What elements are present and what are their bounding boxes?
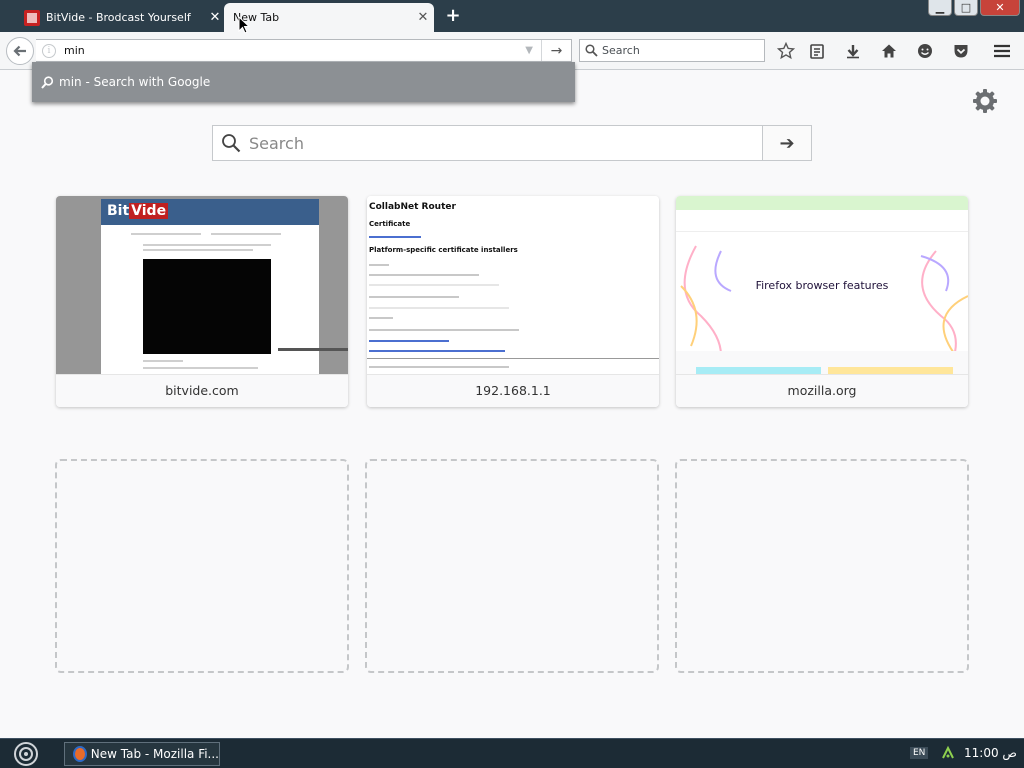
home-icon[interactable] <box>879 41 899 61</box>
newtab-search-input[interactable] <box>249 133 759 153</box>
tile-label: mozilla.org <box>676 374 968 407</box>
tab-title: New Tab <box>233 11 280 24</box>
thumb-heading: Firefox browser features <box>755 279 889 292</box>
mouse-pointer-icon <box>238 16 251 34</box>
bitvide-favicon-icon <box>24 9 40 26</box>
top-site-tile[interactable]: Firefox browser features mozilla.org <box>676 196 968 407</box>
top-site-tile[interactable]: Bit Vide bitvide.com <box>56 196 348 407</box>
empty-tile-slot <box>365 459 659 673</box>
url-input[interactable] <box>64 44 504 57</box>
thumb-subheading: Platform-specific certificate installers <box>369 246 518 254</box>
new-tab-plus-icon[interactable]: + <box>443 5 463 27</box>
search-icon <box>40 75 54 89</box>
tile-label: 192.168.1.1 <box>367 374 659 407</box>
thumb-heading: CollabNet Router <box>369 202 456 212</box>
autocomplete-suggestion[interactable]: min - Search with Google <box>59 75 210 89</box>
hello-smiley-icon[interactable] <box>915 41 935 61</box>
tab-close-icon[interactable]: ✕ <box>204 10 226 25</box>
taskbar-item-label: New Tab - Mozilla Fi... <box>90 747 219 761</box>
go-arrow-icon[interactable]: → <box>541 40 571 61</box>
language-indicator[interactable]: EN <box>910 747 929 759</box>
gear-icon[interactable] <box>970 86 1000 116</box>
bookmark-star-icon[interactable] <box>776 41 796 61</box>
collabnet-thumbnail: CollabNet Router Certificate Platform-sp… <box>367 196 659 374</box>
search-icon <box>213 133 249 153</box>
url-autocomplete-popup: min - Search with Google <box>32 62 575 102</box>
search-go-arrow-icon[interactable]: ➔ <box>762 126 811 160</box>
thumb-subheading: Certificate <box>369 220 411 228</box>
site-info-icon[interactable]: i <box>42 43 56 58</box>
tab-title: BitVide - Brodcast Yourself <box>46 11 191 24</box>
empty-tile-slot <box>55 459 349 673</box>
tab-strip: BitVide - Brodcast Yourself ✕ New Tab ✕ … <box>0 0 1024 32</box>
bitvide-thumbnail: Bit Vide <box>56 196 348 374</box>
newtab-search-box[interactable]: ➔ <box>212 125 812 161</box>
tab-close-icon[interactable]: ✕ <box>412 10 434 25</box>
taskbar-firefox-window[interactable]: New Tab - Mozilla Fi... <box>64 742 220 766</box>
maximize-button[interactable]: □ <box>954 0 978 16</box>
firefox-icon <box>73 746 87 762</box>
empty-tile-slot <box>675 459 969 673</box>
tab-new-tab[interactable]: New Tab ✕ <box>224 3 434 32</box>
mozilla-thumbnail: Firefox browser features <box>676 196 968 374</box>
downloads-arrow-icon[interactable] <box>843 41 863 61</box>
start-menu-icon[interactable] <box>6 741 46 767</box>
tile-label: bitvide.com <box>56 374 348 407</box>
url-bar[interactable]: i ▼ → <box>36 39 572 62</box>
close-window-button[interactable]: ✕ <box>980 0 1020 16</box>
search-icon <box>580 44 602 57</box>
hamburger-menu-icon[interactable] <box>992 41 1012 61</box>
search-input[interactable] <box>602 44 757 57</box>
os-taskbar: New Tab - Mozilla Fi... EN 11:00 ص <box>0 738 1024 768</box>
tab-bitvide[interactable]: BitVide - Brodcast Yourself ✕ <box>14 3 226 32</box>
search-bar[interactable] <box>579 39 765 62</box>
history-dropdown-icon[interactable]: ▼ <box>525 45 533 56</box>
window-controls: ▁ □ ✕ <box>928 0 1020 16</box>
network-icon[interactable] <box>940 745 956 761</box>
reading-list-icon[interactable] <box>807 41 827 61</box>
top-site-tile[interactable]: CollabNet Router Certificate Platform-sp… <box>367 196 659 407</box>
pocket-icon[interactable] <box>951 41 971 61</box>
minimize-button[interactable]: ▁ <box>928 0 952 16</box>
back-arrow-icon[interactable] <box>6 37 34 65</box>
clock[interactable]: 11:00 ص <box>964 746 1017 760</box>
